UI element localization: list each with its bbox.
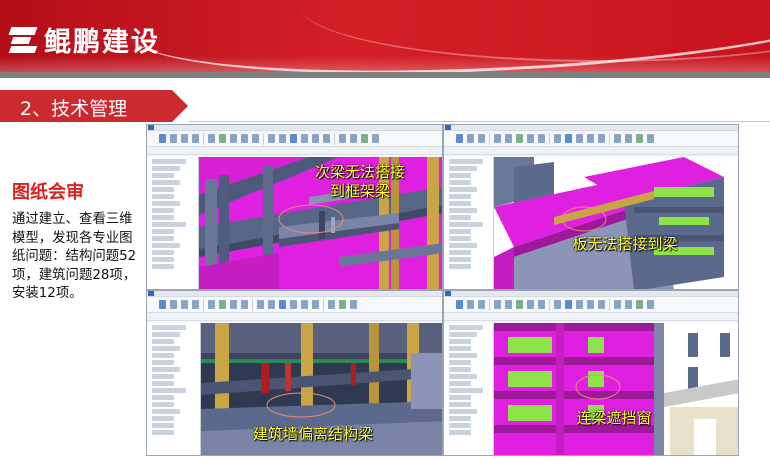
ribbon-toolbar <box>444 297 738 313</box>
3d-viewport[interactable]: 次梁无法搭接 到框架梁 <box>199 157 442 289</box>
banner-divider <box>0 72 770 78</box>
issue-caption: 建筑墙偏离结构梁 <box>252 425 373 443</box>
ribbon-toolbar <box>147 297 442 313</box>
app-icon <box>148 125 154 130</box>
issue-caption: 板无法搭接到梁 <box>572 235 678 253</box>
3d-viewport[interactable]: 板无法搭接到梁 <box>494 157 738 289</box>
app-icon <box>445 291 451 296</box>
model-screenshot-1: 次梁无法搭接 到框架梁 <box>146 124 443 290</box>
ribbon-toolbar <box>444 131 738 147</box>
company-logo: 鲲鹏建设 <box>8 20 160 59</box>
window-titlebar <box>444 291 738 297</box>
logo-mark-icon <box>8 25 38 55</box>
header-banner: 鲲鹏建设 <box>0 0 770 72</box>
issue-caption-line2: 到框架梁 <box>329 182 390 200</box>
window-titlebar <box>444 125 738 131</box>
view-toolbar <box>444 313 738 321</box>
window-titlebar <box>147 291 442 297</box>
window-titlebar <box>147 125 442 131</box>
3d-viewport[interactable]: 连梁遮挡窗 <box>494 323 738 455</box>
component-tree <box>147 323 201 455</box>
section-header: 2、技术管理 <box>0 90 188 122</box>
component-tree <box>444 157 494 289</box>
component-tree <box>147 157 199 289</box>
view-toolbar <box>147 313 442 321</box>
model-screenshot-3: 建筑墙偏离结构梁 <box>146 290 443 456</box>
issue-caption-line1: 次梁无法搭接 <box>314 163 405 181</box>
drawing-review-description: 通过建立、查看三维模型，发现各专业图纸问题：结构问题52项，建筑问题28项，安装… <box>12 212 137 302</box>
issue-caption: 连梁遮挡窗 <box>576 409 652 427</box>
section-underline <box>188 121 770 122</box>
company-name: 鲲鹏建设 <box>44 27 160 58</box>
drawing-review-heading: 图纸会审 <box>12 182 84 203</box>
model-screenshot-2: 板无法搭接到梁 <box>443 124 739 290</box>
app-icon <box>148 291 154 296</box>
app-icon <box>445 125 451 130</box>
view-toolbar <box>147 147 442 155</box>
view-toolbar <box>444 147 738 155</box>
section-title: 2、技术管理 <box>20 98 128 120</box>
ribbon-toolbar <box>147 131 442 147</box>
issue-caption: 次梁无法搭接 到框架梁 <box>305 163 415 201</box>
component-tree <box>444 323 494 455</box>
model-screenshot-4: 连梁遮挡窗 <box>443 290 739 456</box>
3d-viewport[interactable]: 建筑墙偏离结构梁 <box>201 323 442 455</box>
